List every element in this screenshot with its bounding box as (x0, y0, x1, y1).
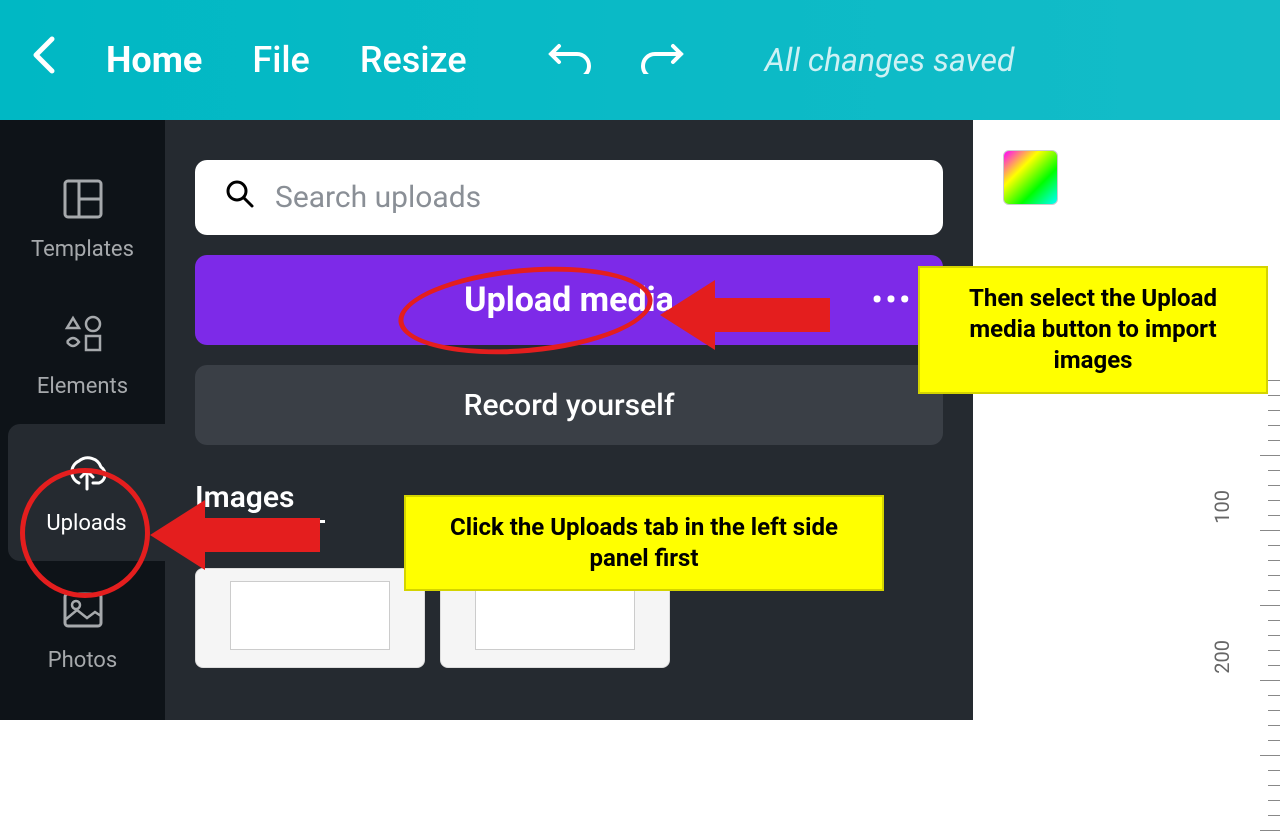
annotation-callout: Then select the Upload media button to i… (918, 266, 1268, 394)
templates-icon (59, 175, 107, 227)
sidebar-item-photos[interactable]: Photos (0, 561, 165, 698)
left-sidebar: Templates Elements Uploads Photos (0, 120, 165, 720)
home-menu[interactable]: Home (106, 39, 202, 81)
file-menu[interactable]: File (252, 39, 309, 81)
sidebar-label: Photos (48, 648, 117, 673)
annotation-arrow (660, 270, 830, 364)
sidebar-item-uploads[interactable]: Uploads (8, 424, 165, 561)
vertical-ruler: 100 200 (1240, 380, 1280, 820)
search-box[interactable] (195, 160, 943, 235)
record-yourself-button[interactable]: Record yourself (195, 365, 943, 445)
back-chevron-icon[interactable] (30, 35, 56, 85)
uploads-panel: Upload media ••• Record yourself Images (165, 120, 973, 720)
resize-menu[interactable]: Resize (360, 39, 467, 81)
sidebar-label: Uploads (46, 511, 126, 536)
color-picker-button[interactable] (1003, 150, 1058, 205)
sidebar-label: Templates (31, 237, 134, 262)
upload-media-button[interactable]: Upload media ••• (195, 255, 943, 345)
undo-icon[interactable] (547, 37, 591, 84)
redo-icon[interactable] (641, 37, 685, 84)
more-icon[interactable]: ••• (872, 283, 913, 318)
search-icon (225, 179, 255, 217)
annotation-callout: Click the Uploads tab in the left side p… (404, 495, 884, 591)
upload-media-label: Upload media (464, 280, 674, 320)
annotation-arrow (150, 490, 320, 584)
elements-icon (59, 312, 107, 364)
photos-icon (59, 586, 107, 638)
top-menu-bar: Home File Resize All changes saved (0, 0, 1280, 120)
sidebar-item-templates[interactable]: Templates (0, 150, 165, 287)
search-input[interactable] (275, 180, 913, 215)
save-status: All changes saved (765, 41, 1015, 79)
canvas-area: 100 200 (973, 120, 1280, 720)
sidebar-label: Elements (37, 374, 128, 399)
ruler-tick-label: 100 (1210, 490, 1234, 524)
uploads-icon (63, 449, 111, 501)
ruler-tick-label: 200 (1210, 640, 1234, 674)
record-label: Record yourself (464, 388, 675, 423)
sidebar-item-elements[interactable]: Elements (0, 287, 165, 424)
